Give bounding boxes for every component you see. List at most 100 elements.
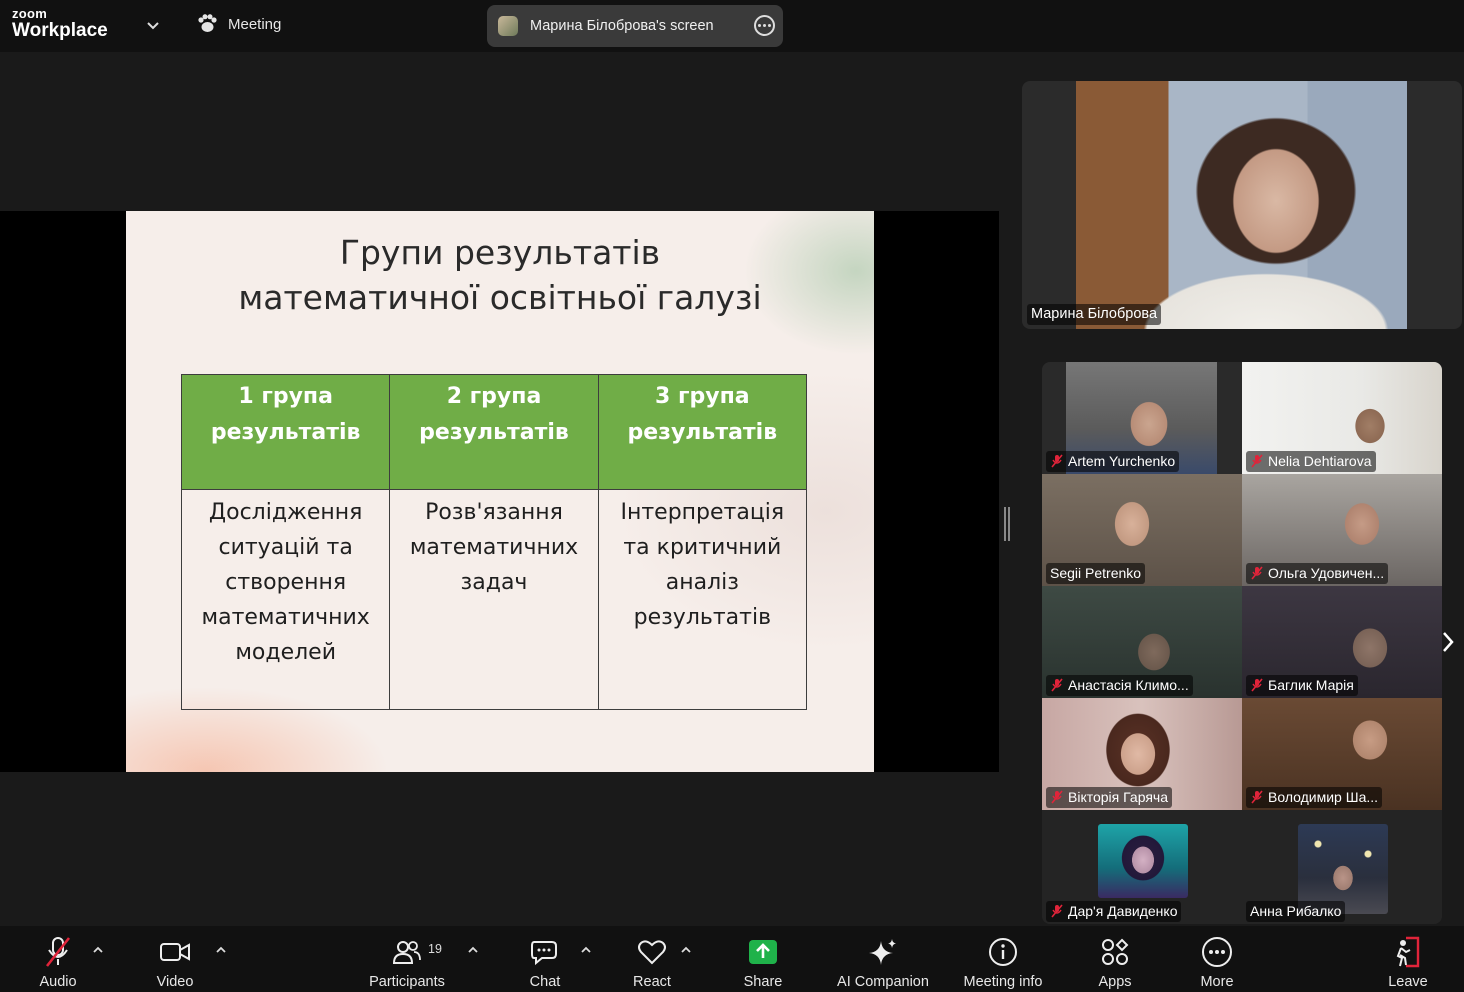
chevron-right-icon[interactable] — [1438, 628, 1458, 656]
caret-up-icon[interactable] — [680, 944, 692, 956]
ai-companion-button[interactable]: AI Companion — [832, 926, 934, 992]
more-button[interactable]: More — [1194, 926, 1240, 992]
speaker-video — [1076, 81, 1407, 329]
logo-workplace-text: Workplace — [12, 20, 108, 41]
results-groups-table: 1 група результатів 2 група результатів … — [180, 374, 808, 710]
table-header-row: 1 група результатів 2 група результатів … — [180, 374, 808, 490]
speaker-name: Марина Білоброва — [1027, 304, 1162, 325]
table-header-cell: 1 група результатів — [180, 374, 391, 490]
participant-tile[interactable]: Володимир Ша... — [1242, 698, 1442, 810]
apps-icon — [1102, 938, 1129, 965]
participant-name-tag: Artem Yurchenko — [1046, 451, 1180, 472]
presentation-slide: Групи результатів математичної освітньої… — [126, 211, 874, 772]
table-header-cell: 2 група результатів — [389, 374, 599, 490]
shared-screen-label: Марина Білоброва's screen — [530, 18, 714, 34]
video-camera-icon — [160, 943, 190, 961]
chat-label: Chat — [529, 974, 561, 990]
table-row: Дослідження ситуацій та створення матема… — [180, 489, 808, 710]
caret-up-icon[interactable] — [215, 944, 227, 956]
participant-name-tag: Анастасія Климо... — [1046, 675, 1193, 696]
participant-name-tag: Дар'я Давиденко — [1046, 901, 1182, 922]
caret-up-icon[interactable] — [92, 944, 104, 956]
meeting-info-label: Meeting info — [963, 974, 1043, 990]
active-speaker-tile[interactable]: Марина Білоброва — [1022, 81, 1462, 329]
participant-tile[interactable]: Nelia Dehtiarova — [1242, 362, 1442, 474]
leave-button[interactable]: Leave — [1386, 926, 1430, 992]
participant-name-tag: Володимир Ша... — [1246, 787, 1383, 808]
more-options-icon[interactable] — [754, 15, 775, 36]
mic-muted-icon — [1050, 454, 1064, 468]
paw-icon — [198, 14, 217, 32]
participants-icon — [392, 941, 421, 964]
more-label: More — [1200, 974, 1234, 990]
resize-handle[interactable] — [1004, 507, 1010, 541]
audio-button[interactable]: Audio — [30, 926, 86, 992]
slide-title-line1: Групи результатів — [339, 233, 661, 272]
participant-tile[interactable]: Вікторія Гаряча — [1042, 698, 1242, 810]
participant-tile[interactable]: Segii Petrenko — [1042, 474, 1242, 586]
participants-count: 19 — [428, 942, 442, 956]
meeting-label: Meeting — [228, 15, 282, 33]
more-icon — [1202, 937, 1232, 967]
share-button[interactable]: Share — [740, 926, 786, 992]
mic-muted-icon — [1050, 678, 1064, 692]
leave-label: Leave — [1388, 974, 1428, 990]
logo-zoom-text: zoom — [12, 6, 48, 21]
apps-label: Apps — [1098, 974, 1132, 990]
participant-tile[interactable]: Анна Рибалко — [1242, 810, 1442, 924]
react-button[interactable]: React — [629, 926, 675, 992]
participant-name-tag: Nelia Dehtiarova — [1246, 451, 1376, 472]
participant-name-tag: Анна Рибалко — [1246, 901, 1346, 922]
meeting-menu[interactable]: Meeting — [196, 14, 281, 34]
react-label: React — [633, 974, 671, 990]
mic-muted-icon — [1250, 454, 1264, 468]
caret-up-icon[interactable] — [467, 944, 479, 956]
info-icon — [989, 938, 1017, 966]
participant-name-tag: Segii Petrenko — [1046, 563, 1146, 584]
meeting-info-button[interactable]: Meeting info — [956, 926, 1050, 992]
caret-up-icon[interactable] — [580, 944, 592, 956]
table-cell: Дослідження ситуацій та створення матема… — [180, 489, 391, 710]
share-screen-icon — [749, 940, 777, 964]
participant-gallery: Artem Yurchenko Nelia Dehtiarova Segii P… — [1042, 362, 1442, 924]
chat-icon — [531, 941, 557, 966]
heart-icon — [638, 940, 666, 965]
audio-label: Audio — [39, 974, 77, 990]
zoom-logo[interactable]: zoom Workplace — [12, 7, 108, 40]
microphone-muted-icon — [45, 937, 71, 967]
mic-muted-icon — [1050, 790, 1064, 804]
mic-muted-icon — [1250, 566, 1264, 580]
participant-name-tag: Вікторія Гаряча — [1046, 787, 1173, 808]
video-label: Video — [156, 974, 194, 990]
top-bar: zoom Workplace Meeting Марина Білоброва'… — [0, 0, 1464, 52]
participant-avatar — [1098, 824, 1188, 898]
mic-muted-icon — [1250, 790, 1264, 804]
video-button[interactable]: Video — [148, 926, 202, 992]
slide-title-line2: математичної освітньої галузі — [238, 278, 762, 317]
ai-companion-label: AI Companion — [837, 974, 929, 990]
shared-screen-view: Групи результатів математичної освітньої… — [0, 211, 999, 772]
table-cell: Розв'язання математичних задач — [389, 489, 599, 710]
chevron-down-icon[interactable] — [145, 17, 161, 33]
participant-tile[interactable]: Ольга Удовичен... — [1242, 474, 1442, 586]
participant-tile[interactable]: Artem Yurchenko — [1042, 362, 1242, 474]
presenter-avatar — [498, 16, 518, 36]
participant-tile[interactable]: Дар'я Давиденко — [1042, 810, 1242, 924]
participants-label: Participants — [369, 974, 445, 990]
sparkle-icon — [869, 939, 896, 965]
share-label: Share — [743, 974, 783, 990]
participants-button[interactable]: Participants — [364, 926, 450, 992]
shared-screen-pill[interactable]: Марина Білоброва's screen — [487, 5, 783, 47]
participant-name-tag: Ольга Удовичен... — [1246, 563, 1389, 584]
participant-tile[interactable]: Баглик Марія — [1242, 586, 1442, 698]
chat-button[interactable]: Chat — [523, 926, 567, 992]
mic-muted-icon — [1250, 678, 1264, 692]
participant-tile[interactable]: Анастасія Климо... — [1042, 586, 1242, 698]
apps-button[interactable]: Apps — [1092, 926, 1138, 992]
mic-muted-icon — [1050, 904, 1064, 918]
table-cell: Інтерпретація та критичний аналіз резуль… — [597, 489, 808, 710]
meeting-toolbar: Audio Video Participants 19 Chat React S… — [0, 926, 1464, 992]
leave-icon — [1396, 936, 1420, 968]
table-header-cell: 3 група результатів — [597, 374, 808, 490]
participant-name-tag: Баглик Марія — [1246, 675, 1358, 696]
